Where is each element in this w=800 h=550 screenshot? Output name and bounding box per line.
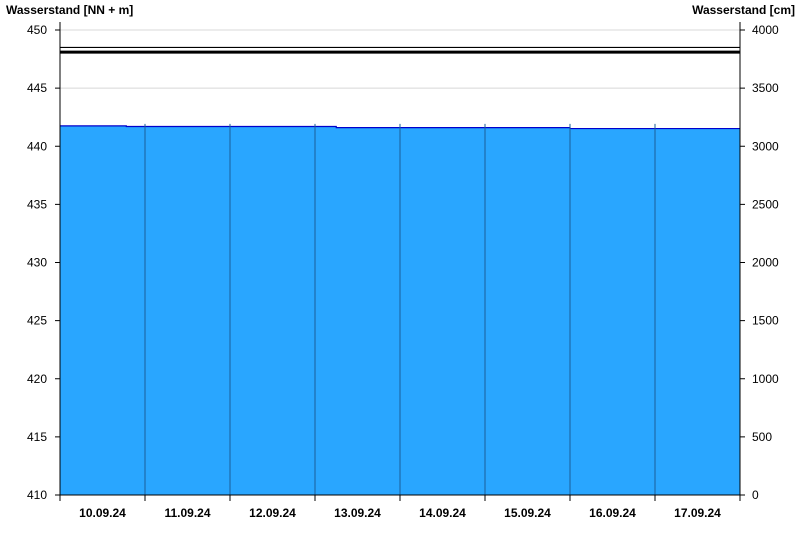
right-tick-label: 500	[752, 430, 772, 444]
right-tick-label: 3500	[752, 81, 779, 95]
right-tick-label: 1500	[752, 314, 779, 328]
left-axis-label: Wasserstand [NN + m]	[6, 3, 133, 17]
right-tick-label: 3000	[752, 139, 779, 153]
right-tick-label: 2500	[752, 197, 779, 211]
left-tick-label: 440	[27, 139, 47, 153]
x-tick-label: 13.09.24	[334, 506, 381, 520]
right-axis-ticks: 0 500 1000 1500 2000 2500 3000 3500 4000	[740, 23, 779, 502]
left-tick-label: 450	[27, 23, 47, 37]
right-axis-label: Wasserstand [cm]	[692, 3, 795, 17]
left-tick-label: 425	[27, 314, 47, 328]
x-tick-label: 12.09.24	[249, 506, 296, 520]
x-tick-label: 14.09.24	[419, 506, 466, 520]
x-tick-label: 16.09.24	[589, 506, 636, 520]
reference-lines	[60, 46, 740, 54]
left-tick-label: 430	[27, 256, 47, 270]
right-tick-label: 4000	[752, 23, 779, 37]
left-axis-ticks: 410 415 420 425 430 435 440 445 450	[27, 23, 60, 502]
right-tick-label: 1000	[752, 372, 779, 386]
left-tick-label: 415	[27, 430, 47, 444]
right-tick-label: 0	[752, 488, 759, 502]
x-tick-label: 10.09.24	[79, 506, 126, 520]
x-tick-label: 11.09.24	[164, 506, 210, 520]
left-tick-label: 435	[27, 197, 47, 211]
left-tick-label: 420	[27, 372, 47, 386]
left-tick-label: 410	[27, 488, 47, 502]
right-tick-label: 2000	[752, 256, 779, 270]
x-tick-label: 17.09.24	[674, 506, 721, 520]
water-level-chart: Wasserstand [NN + m] Wasserstand [cm] 41…	[6, 3, 795, 520]
x-axis-ticks: 10.09.24 11.09.24 12.09.24 13.09.24 14.09.24…	[59, 495, 741, 520]
left-tick-label: 445	[27, 81, 47, 95]
x-tick-label: 15.09.24	[504, 506, 551, 520]
